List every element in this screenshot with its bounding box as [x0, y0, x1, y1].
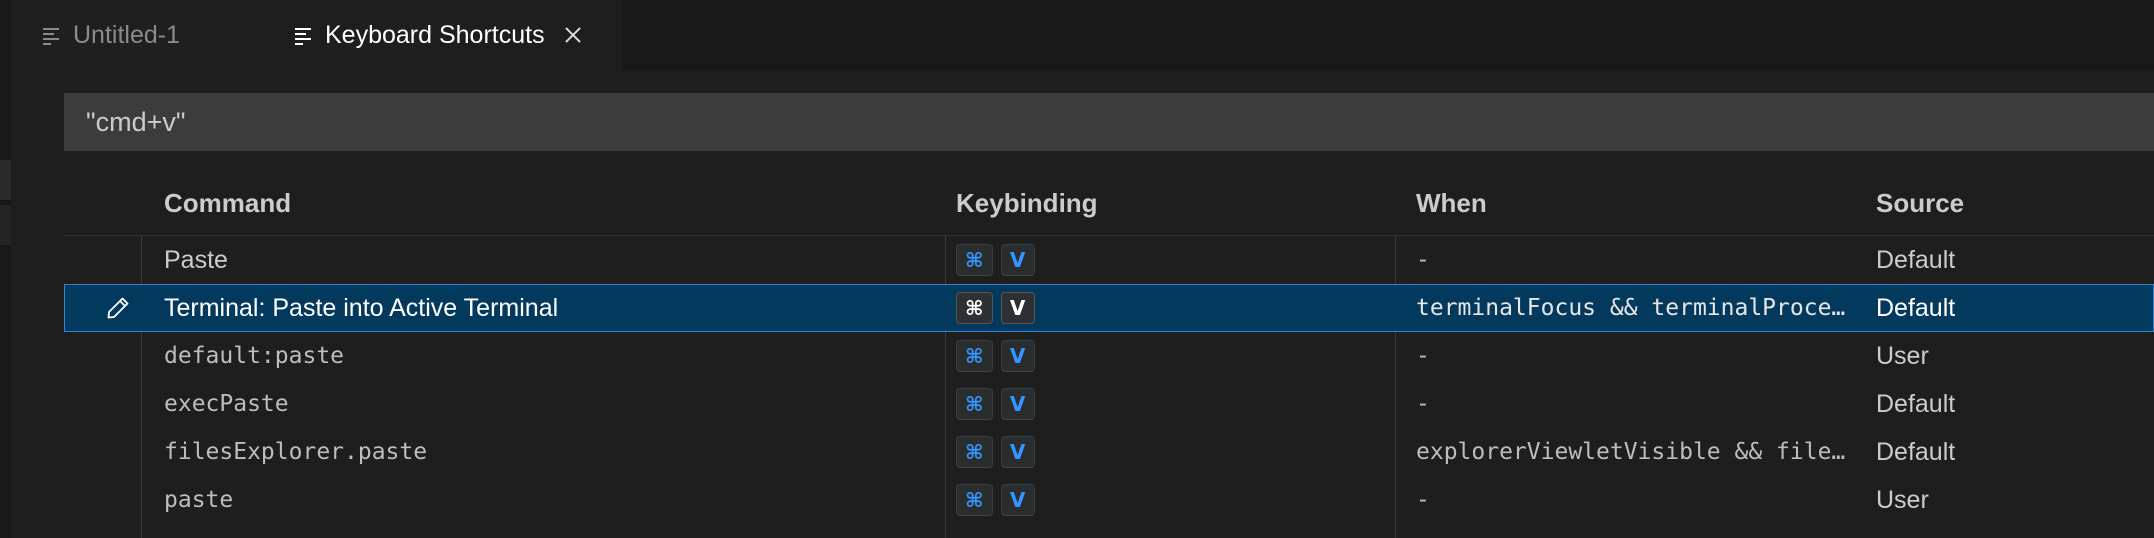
command-cell: execPaste	[164, 380, 944, 428]
keybinding-cell[interactable]: ⌘ V	[956, 236, 1396, 284]
when-text: -	[1416, 487, 1430, 513]
sidebar-edge-mark	[0, 205, 11, 245]
source-cell: Default	[1876, 293, 1956, 322]
table-row[interactable]: Paste ⌘ V - Default	[64, 236, 2154, 284]
header-when[interactable]: When	[1416, 172, 1916, 235]
header-keybinding[interactable]: Keybinding	[956, 172, 1396, 235]
keybinding-cell[interactable]: ⌘ V	[956, 476, 1396, 524]
pencil-icon[interactable]	[106, 296, 130, 320]
key-cap: V	[1000, 340, 1035, 372]
when-text: terminalFocus && terminalProce…	[1416, 295, 1846, 321]
key-cap: V	[1000, 292, 1035, 324]
table-row[interactable]: paste ⌘ V - User	[64, 476, 2154, 524]
header-source[interactable]: Source	[1876, 172, 2154, 235]
key-cap: V	[1000, 244, 1035, 276]
when-text: -	[1416, 391, 1430, 417]
command-cell: paste	[164, 476, 944, 524]
tab-label: Untitled-1	[73, 20, 180, 49]
source-cell: User	[1876, 341, 1929, 370]
file-lines-icon	[43, 26, 61, 45]
header-command[interactable]: Command	[164, 172, 944, 235]
keybinding-cell[interactable]: ⌘ V	[956, 428, 1396, 476]
command-cell: filesExplorer.paste	[164, 428, 944, 476]
key-cap: ⌘	[956, 388, 993, 420]
when-cell: -	[1416, 332, 1916, 380]
key-cap: ⌘	[956, 244, 993, 276]
key-cap: ⌘	[956, 292, 993, 324]
table-header: Command Keybinding When Source	[64, 172, 2154, 236]
sidebar-edge-mark	[0, 160, 11, 200]
command-id: default:paste	[164, 343, 345, 369]
key-cap: V	[1000, 484, 1035, 516]
key-cap: ⌘	[956, 340, 993, 372]
command-id: paste	[164, 487, 234, 513]
table-row[interactable]: execPaste ⌘ V - Default	[64, 380, 2154, 428]
when-text: -	[1416, 247, 1430, 273]
key-cap: ⌘	[956, 436, 993, 468]
table-row[interactable]: filesExplorer.paste ⌘ V explorerViewletV…	[64, 428, 2154, 476]
keybinding-cell[interactable]: ⌘ V	[956, 380, 1396, 428]
tab-bar: Untitled-1 Keyboard Shortcuts	[11, 0, 2154, 70]
when-cell: -	[1416, 476, 1916, 524]
tab-keyboard-shortcuts[interactable]: Keyboard Shortcuts	[251, 0, 623, 70]
key-cap: V	[1000, 388, 1035, 420]
command-cell: Paste	[164, 245, 228, 274]
keybinding-cell[interactable]: ⌘ V	[956, 332, 1396, 380]
when-text: explorerViewletVisible && file…	[1416, 439, 1846, 465]
sidebar-edge	[0, 0, 11, 538]
when-text: -	[1416, 343, 1430, 369]
keybindings-table: Command Keybinding When Source Paste ⌘ V…	[64, 172, 2154, 538]
file-lines-icon	[295, 26, 313, 45]
when-cell: -	[1416, 236, 1916, 284]
keybinding-cell[interactable]: ⌘ V	[956, 284, 1396, 332]
command-cell: Terminal: Paste into Active Terminal	[164, 293, 559, 322]
source-cell: Default	[1876, 245, 1956, 274]
table-row[interactable]: default:paste ⌘ V - User	[64, 332, 2154, 380]
key-cap: V	[1000, 436, 1035, 468]
command-id: filesExplorer.paste	[164, 439, 428, 465]
when-cell: terminalFocus && terminalProce…	[1416, 284, 1916, 332]
source-cell: Default	[1876, 389, 1956, 418]
command-cell: default:paste	[164, 332, 944, 380]
keyboard-shortcuts-editor: Untitled-1 Keyboard Shortcuts "cmd+v" Co…	[0, 0, 2154, 538]
source-cell: Default	[1876, 437, 1956, 466]
table-row-selected[interactable]: Terminal: Paste into Active Terminal ⌘ V…	[64, 284, 2154, 332]
tab-label: Keyboard Shortcuts	[325, 20, 545, 49]
keybinding-search-input[interactable]: "cmd+v"	[64, 93, 2154, 151]
key-cap: ⌘	[956, 484, 993, 516]
source-cell: User	[1876, 485, 1929, 514]
search-value: "cmd+v"	[86, 106, 186, 137]
command-id: execPaste	[164, 391, 289, 417]
tab-untitled-1[interactable]: Untitled-1	[11, 0, 251, 70]
when-cell: -	[1416, 380, 1916, 428]
close-icon[interactable]	[563, 25, 583, 45]
when-cell: explorerViewletVisible && file…	[1416, 428, 1916, 476]
